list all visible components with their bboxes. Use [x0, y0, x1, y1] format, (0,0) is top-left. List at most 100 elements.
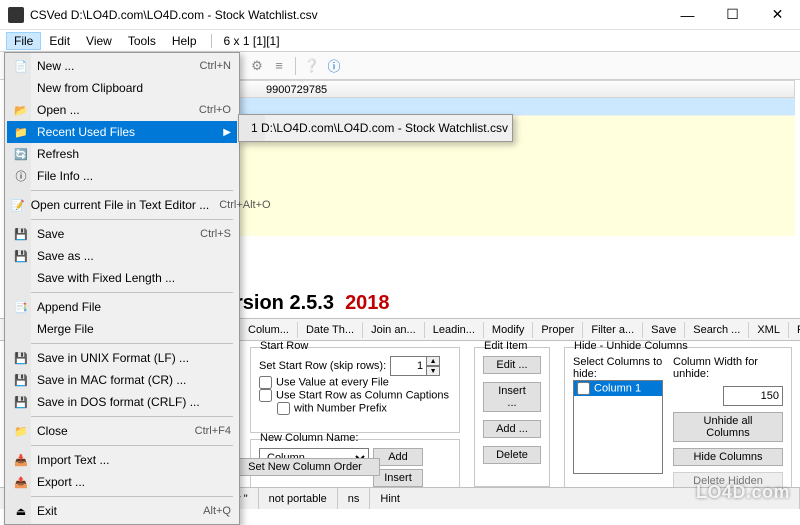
tab-leading[interactable]: Leadin... [425, 322, 484, 338]
maximize-button[interactable]: ☐ [710, 0, 755, 29]
list-item[interactable]: Column 1 [574, 381, 662, 396]
menu-bar: File Edit View Tools Help 6 x 1 [1][1] [0, 30, 800, 52]
use-caption-checkbox-label[interactable]: Use Start Row as Column Captions [259, 389, 451, 402]
tab-search[interactable]: Search ... [685, 322, 749, 338]
menu-tools[interactable]: Tools [120, 32, 164, 50]
status-ns: ns [338, 488, 371, 509]
with-prefix-checkbox[interactable] [277, 402, 290, 415]
folder-open-icon: 📂 [11, 102, 31, 118]
toolbar-gear-icon[interactable]: ⚙ [248, 57, 266, 75]
columns-listbox[interactable]: Column 1 [573, 380, 663, 474]
add-column-button[interactable]: Add [373, 448, 423, 466]
start-row-input[interactable] [390, 356, 426, 376]
menu-open-text-editor[interactable]: 📝Open current File in Text Editor ...Ctr… [7, 194, 237, 216]
append-icon: 📑 [11, 299, 31, 315]
menu-save-fixed[interactable]: Save with Fixed Length ... [7, 267, 237, 289]
folder-icon: 📁 [11, 124, 31, 140]
menu-refresh[interactable]: 🔄Refresh [7, 143, 237, 165]
minimize-button[interactable]: — [665, 0, 710, 29]
menu-merge-file[interactable]: Merge File [7, 318, 237, 340]
app-icon [8, 7, 24, 23]
tab-join[interactable]: Join an... [363, 322, 425, 338]
menu-new-clipboard[interactable]: New from Clipboard [7, 77, 237, 99]
tab-fixed[interactable]: Fixed L... [789, 322, 800, 338]
select-columns-label: Select Columns to hide: [573, 356, 663, 380]
column-width-label: Column Width for unhide: [673, 356, 783, 380]
menu-recent-files[interactable]: 📁Recent Used Files▶ [7, 121, 237, 143]
menu-import-text[interactable]: 📥Import Text ... [7, 449, 237, 471]
menu-append-file[interactable]: 📑Append File [7, 296, 237, 318]
menu-divider [11, 445, 233, 446]
hide-columns-button[interactable]: Hide Columns [673, 448, 783, 466]
edit-button[interactable]: Edit ... [483, 356, 541, 374]
menu-file-info[interactable]: ⓘFile Info ... [7, 165, 237, 187]
menu-help[interactable]: Help [164, 32, 205, 50]
start-row-group: Start Row Set Start Row (skip rows): ▲▼ … [250, 347, 460, 433]
info-icon: ⓘ [11, 168, 31, 184]
refresh-icon: 🔄 [11, 146, 31, 162]
window-title: CSVed D:\LO4D.com\LO4D.com - Stock Watch… [30, 8, 665, 22]
menu-divider [11, 292, 233, 293]
with-prefix-checkbox-label[interactable]: with Number Prefix [259, 402, 451, 415]
menu-divider [11, 190, 233, 191]
menu-divider [11, 343, 233, 344]
column-checkbox[interactable] [577, 382, 590, 395]
column-width-input[interactable] [723, 386, 783, 406]
hide-unhide-group: Hide - Unhide Columns Select Columns to … [564, 347, 792, 497]
menu-export[interactable]: 📤Export ... [7, 471, 237, 493]
use-value-checkbox[interactable] [259, 376, 272, 389]
delete-button[interactable]: Delete [483, 446, 541, 464]
toolbar-help-icon[interactable]: ❔ [303, 57, 321, 75]
menu-exit[interactable]: ⏏ExitAlt+Q [7, 500, 237, 522]
menu-open[interactable]: 📂Open ...Ctrl+O [7, 99, 237, 121]
menu-save-mac[interactable]: 💾Save in MAC format (CR) ... [7, 369, 237, 391]
use-value-checkbox-label[interactable]: Use Value at every File [259, 376, 451, 389]
toolbar-db-icon[interactable]: ≡ [270, 57, 288, 75]
add-button[interactable]: Add ... [483, 420, 541, 438]
menu-save-as[interactable]: 💾Save as ... [7, 245, 237, 267]
menu-divider [11, 219, 233, 220]
menu-new[interactable]: 📄New ...Ctrl+N [7, 55, 237, 77]
insert-column-button[interactable]: Insert [373, 469, 423, 487]
insert-button[interactable]: Insert ... [483, 382, 541, 412]
file-menu-dropdown: 📄New ...Ctrl+N New from Clipboard 📂Open … [4, 52, 240, 525]
spin-down-icon[interactable]: ▼ [426, 366, 440, 376]
menu-close[interactable]: 📁CloseCtrl+F4 [7, 420, 237, 442]
menu-save[interactable]: 💾SaveCtrl+S [7, 223, 237, 245]
tab-date[interactable]: Date Th... [298, 322, 363, 338]
unhide-all-button[interactable]: Unhide all Columns [673, 412, 783, 442]
tab-proper[interactable]: Proper [533, 322, 583, 338]
tab-xml[interactable]: XML [749, 322, 789, 338]
import-icon: 📥 [11, 452, 31, 468]
recent-file-item[interactable]: 1 D:\LO4D.com\LO4D.com - Stock Watchlist… [241, 117, 510, 139]
new-file-icon: 📄 [11, 58, 31, 74]
menu-edit[interactable]: Edit [41, 32, 78, 50]
status-hint: Hint [370, 488, 800, 509]
new-column-legend: New Column Name: [257, 432, 361, 444]
save-icon: 💾 [11, 394, 31, 410]
tab-start-columns[interactable]: Colum... [240, 322, 298, 338]
text-file-icon: 📝 [11, 197, 25, 213]
edit-item-legend: Edit Item [481, 340, 530, 352]
export-icon: 📤 [11, 474, 31, 490]
tab-modify[interactable]: Modify [484, 322, 533, 338]
recent-files-submenu: 1 D:\LO4D.com\LO4D.com - Stock Watchlist… [238, 114, 513, 142]
menu-divider [11, 416, 233, 417]
use-caption-checkbox[interactable] [259, 389, 272, 402]
exit-icon: ⏏ [11, 503, 31, 519]
set-new-column-order-button[interactable]: Set New Column Order [230, 458, 380, 476]
menu-view[interactable]: View [78, 32, 120, 50]
close-button[interactable]: ✕ [755, 0, 800, 29]
toolbar-separator [295, 57, 296, 75]
start-row-spinner[interactable]: ▲▼ [390, 356, 440, 376]
chevron-right-icon: ▶ [223, 127, 231, 138]
start-row-legend: Start Row [257, 340, 311, 352]
tab-save[interactable]: Save [643, 322, 685, 338]
tab-filter[interactable]: Filter a... [583, 322, 643, 338]
folder-icon: 📁 [11, 423, 31, 439]
menu-file[interactable]: File [6, 32, 41, 50]
spin-up-icon[interactable]: ▲ [426, 356, 440, 366]
menu-save-unix[interactable]: 💾Save in UNIX Format (LF) ... [7, 347, 237, 369]
menu-save-dos[interactable]: 💾Save in DOS format (CRLF) ... [7, 391, 237, 413]
toolbar-info-icon[interactable]: ⓘ [325, 57, 343, 75]
